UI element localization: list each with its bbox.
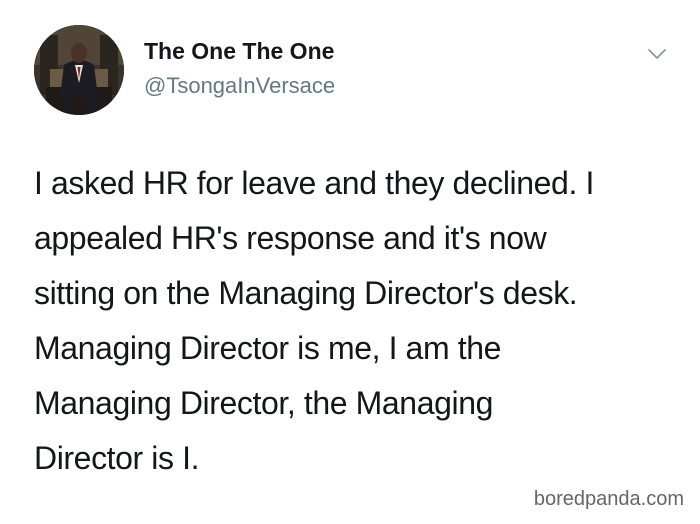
watermark: boredpanda.com xyxy=(533,488,684,510)
tweet-text-line: Director is I. xyxy=(34,440,200,476)
tweet-text: I asked HR for leave and they declined. … xyxy=(34,156,684,486)
avatar[interactable] xyxy=(34,25,124,115)
author-handle[interactable]: @TsongaInVersace xyxy=(144,73,335,99)
tweet-text-line: sitting on the Managing Director's desk. xyxy=(34,275,578,311)
tweet-text-line: appealed HR's response and it's now xyxy=(34,220,547,256)
avatar-photo-icon xyxy=(34,25,124,115)
tweet-text-line: Managing Director is me, I am the xyxy=(34,330,501,366)
tweet-text-line: I asked HR for leave and they declined. … xyxy=(34,165,594,201)
chevron-down-icon[interactable] xyxy=(646,46,668,62)
author-display-name[interactable]: The One The One xyxy=(144,38,334,65)
tweet-card: The One The One @TsongaInVersace I asked… xyxy=(0,0,700,524)
tweet-text-line: Managing Director, the Managing xyxy=(34,385,493,421)
